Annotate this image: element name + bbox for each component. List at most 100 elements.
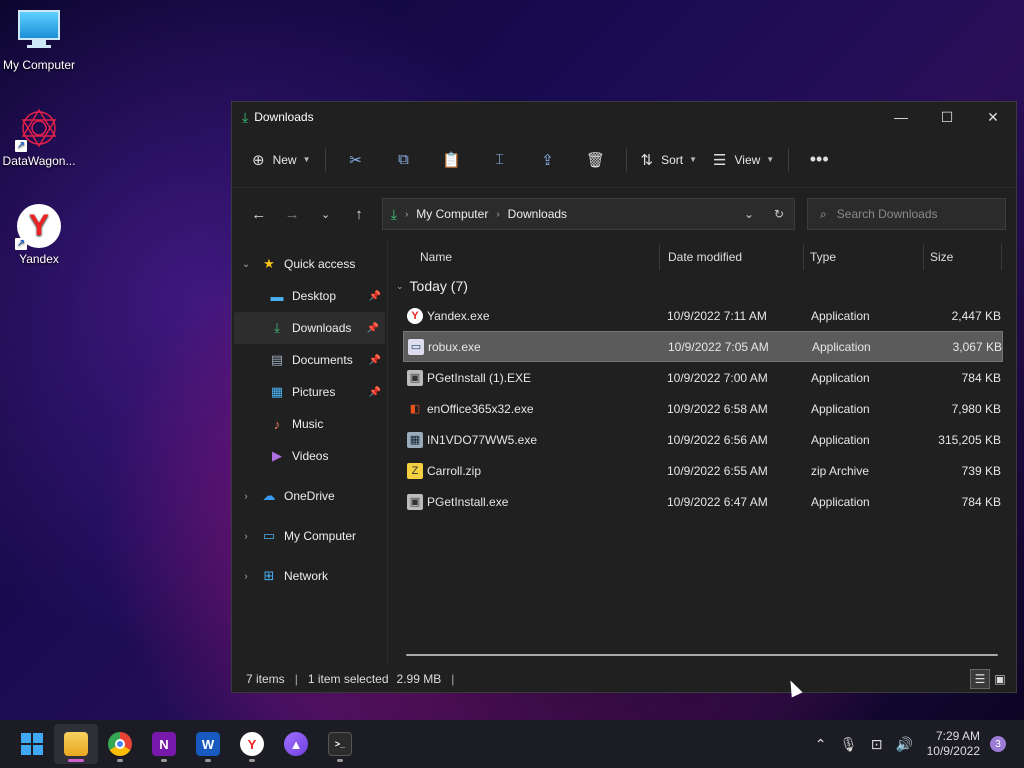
pin-icon[interactable]: 📌 [369,387,381,398]
sort-icon: ⇅ [640,151,654,169]
sidebar-item-downloads[interactable]: ⤓ Downloads 📌 [234,312,385,344]
address-dropdown-icon[interactable]: ⌄ [734,207,764,221]
column-header-type[interactable]: Type [804,244,924,270]
file-date: 10/9/2022 7:05 AM [668,339,769,354]
back-button[interactable]: ← [242,206,275,223]
new-button[interactable]: ⊕ New ▼ [244,143,319,177]
chevron-down-icon: ▼ [689,155,698,164]
address-bar[interactable]: ⤓ › My Computer › Downloads ⌄ ↻ [381,198,796,230]
column-header-name[interactable]: Name [388,244,660,270]
view-button[interactable]: ☰ View ▼ [705,143,782,177]
paste-button[interactable]: 📋 [428,143,476,177]
maximize-button[interactable]: ☐ [924,102,970,132]
desktop-folder-icon: ▬ [270,288,284,304]
plus-circle-icon: ⊕ [252,151,265,169]
file-row[interactable]: ▣ PGetInstall.exe 10/9/2022 6:47 AM Appli… [403,486,1003,517]
taskbar-chrome[interactable] [98,724,142,764]
sidebar-item-music[interactable]: ♪ Music [232,408,387,440]
copy-button[interactable]: ⧉ [380,143,428,177]
rename-button[interactable]: ⌶ [476,143,524,177]
sidebar-item-label: Quick access [284,257,356,271]
pin-icon[interactable]: 📌 [369,355,381,366]
microphone-icon[interactable]: 🎙 [835,736,863,753]
desktop-icon-yandex[interactable]: Y ↗ Yandex [0,204,78,266]
notification-badge[interactable]: 3 [990,736,1006,752]
office-icon: ◧ [409,403,421,415]
taskbar-alice[interactable]: ▲ [274,724,318,764]
show-hidden-icons-button[interactable]: ⌃ [807,736,835,753]
pin-icon[interactable]: 📌 [367,323,379,334]
share-button[interactable]: ⇪ [524,143,572,177]
arrow-right-icon: → [284,205,300,223]
chevron-up-icon: ⌃ [814,735,827,752]
star-icon: ★ [263,256,275,271]
group-header-today[interactable]: ⌄ Today (7) [388,272,1016,300]
share-icon: ⇪ [541,151,554,169]
file-type: Application [811,432,870,447]
volume-icon[interactable]: 🔊 [891,736,919,753]
sort-label: Sort [661,152,684,167]
taskbar-file-explorer[interactable] [54,724,98,764]
tiles-view-button[interactable]: ▣ [990,669,1010,689]
taskbar-onenote[interactable]: N [142,724,186,764]
taskbar-yandex[interactable]: Y [230,724,274,764]
file-row-selected[interactable]: ▭ robux.exe 10/9/2022 7:05 AM Application… [403,331,1003,362]
breadcrumb-separator-icon: › [404,208,409,220]
pictures-icon: ▦ [270,384,284,399]
file-date: 10/9/2022 6:56 AM [667,432,768,447]
taskbar-terminal[interactable]: >_ [318,724,362,764]
minimize-button[interactable]: — [878,102,924,132]
search-box[interactable]: ⌕ [807,198,1006,230]
network-status-icon[interactable]: ⊡ [863,736,891,753]
alice-icon: ▲ [284,732,308,756]
details-view-button[interactable]: ☰ [970,669,990,689]
file-row[interactable]: ◧ enOffice365x32.exe 10/9/2022 6:58 AM Ap… [403,393,1003,424]
more-options-button[interactable]: ••• [795,143,843,177]
sort-button[interactable]: ⇅ Sort ▼ [633,143,706,177]
selected-size: 2.99 MB [396,672,442,686]
forward-button[interactable]: → [275,206,308,223]
title-bar[interactable]: ⤓ Downloads — ☐ ✕ [232,102,1016,132]
search-input[interactable] [836,207,997,221]
sidebar-item-desktop[interactable]: ▬ Desktop 📌 [232,280,387,312]
desktop-icon-datawagon[interactable]: ↗ DataWagon... [0,106,78,168]
sidebar-item-my-computer[interactable]: › ▭ My Computer [232,520,387,552]
recent-locations-button[interactable]: ⌄ [309,208,342,221]
refresh-icon[interactable]: ↻ [764,207,794,221]
file-row[interactable]: ▣ PGetInstall (1).EXE 10/9/2022 7:00 AM A… [403,362,1003,393]
breadcrumb-my-computer[interactable]: My Computer [416,207,488,221]
taskbar-word[interactable]: W [186,724,230,764]
close-button[interactable]: ✕ [970,102,1016,132]
file-name: robux.exe [428,339,481,354]
sidebar-item-pictures[interactable]: ▦ Pictures 📌 [232,376,387,408]
sidebar-item-documents[interactable]: ▤ Documents 📌 [232,344,387,376]
delete-button[interactable]: 🗑 [572,143,620,177]
shortcut-arrow-icon: ↗ [15,238,27,250]
item-count: 7 items [246,672,285,686]
file-type: Application [811,494,870,509]
cut-button[interactable]: ✂ [332,143,380,177]
arrow-left-icon: ← [251,205,267,223]
terminal-icon: >_ [328,732,352,756]
column-header-size[interactable]: Size [924,244,1002,270]
pin-icon[interactable]: 📌 [369,291,381,302]
file-type: zip Archive [811,463,870,478]
column-header-date[interactable]: Date modified [660,244,804,270]
sidebar-item-videos[interactable]: ▶ Videos [232,440,387,472]
separator [625,147,627,172]
file-row[interactable]: Y Yandex.exe 10/9/2022 7:11 AM Applicatio… [403,300,1003,331]
sidebar-item-onedrive[interactable]: › ☁ OneDrive [232,480,387,512]
horizontal-scrollbar[interactable] [406,654,998,656]
file-row[interactable]: ▦ IN1VDO77WW5.exe 10/9/2022 6:56 AM Appli… [403,424,1003,455]
file-row[interactable]: Z Carroll.zip 10/9/2022 6:55 AM zip Archi… [403,455,1003,486]
breadcrumb-downloads[interactable]: Downloads [508,207,567,221]
clock[interactable]: 7:29 AM 10/9/2022 [927,729,980,759]
start-button[interactable] [10,724,54,764]
sidebar-item-network[interactable]: › ⊞ Network [232,560,387,592]
file-size: 2,447 KB [951,308,1001,323]
sidebar-item-quick-access[interactable]: ⌄ ★ Quick access [232,248,387,280]
up-button[interactable]: ↑ [342,206,375,223]
running-indicator [68,759,84,762]
sidebar-item-label: Pictures [292,385,336,399]
desktop-icon-my-computer[interactable]: My Computer [0,10,78,72]
